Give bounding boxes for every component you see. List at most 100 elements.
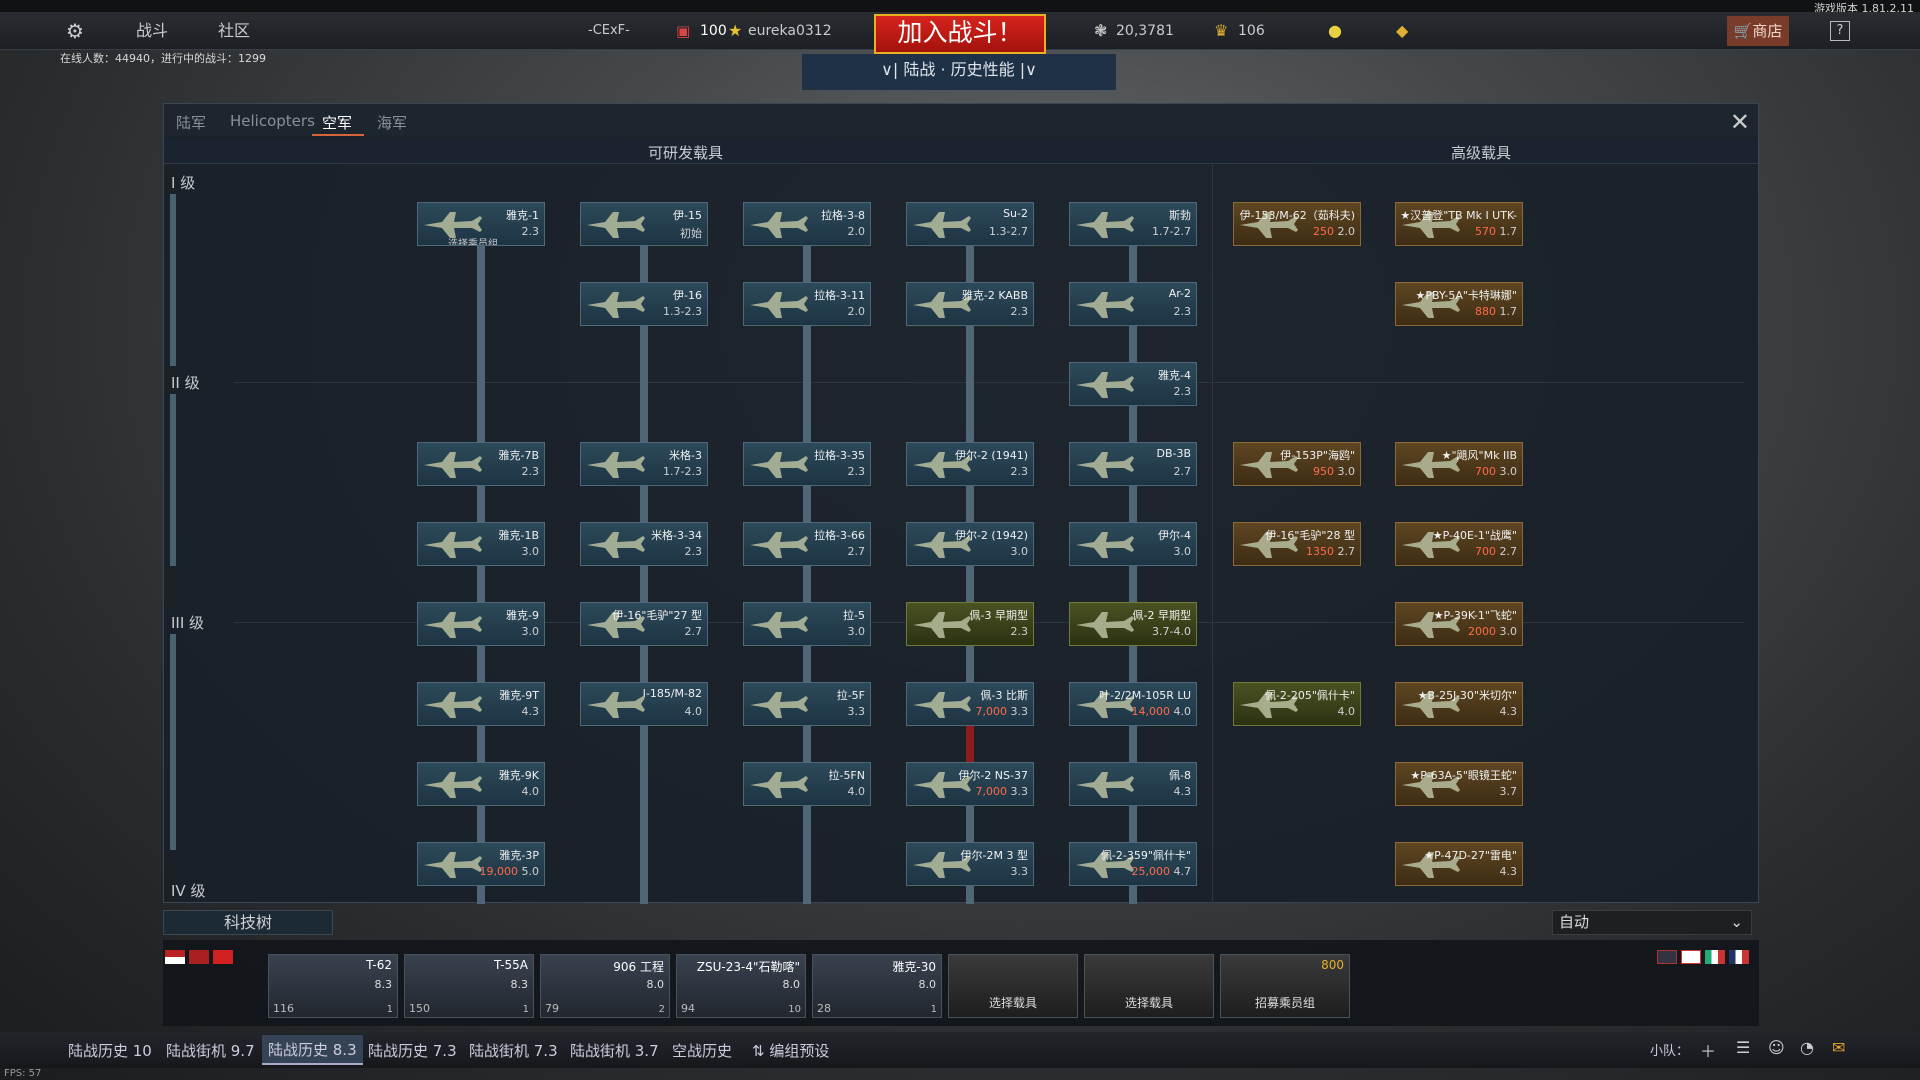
chat-icon[interactable]: ◔ bbox=[1800, 1038, 1814, 1057]
vehicle-card[interactable]: 伊-15 初始 bbox=[580, 202, 708, 246]
vehicle-card[interactable]: I-185/M-82 4.0 bbox=[580, 682, 708, 726]
vehicle-card[interactable]: 雅克-3P 19,000 5.0 bbox=[417, 842, 545, 886]
vehicle-card[interactable]: 佩-8 4.3 bbox=[1069, 762, 1197, 806]
preset-item[interactable]: 陆战历史 10 bbox=[68, 1040, 152, 1061]
auto-select-dropdown[interactable]: 自动 ⌄ bbox=[1552, 910, 1752, 935]
crew-slot[interactable]: T-62 8.3 116 1 bbox=[268, 954, 398, 1018]
vehicle-card[interactable]: 佩-3 早期型 2.3 bbox=[906, 602, 1034, 646]
vehicle-card[interactable]: 拉-5F 3.3 bbox=[743, 682, 871, 726]
game-mode-selector[interactable]: ∨| 陆战 · 历史性能 |∨ bbox=[802, 54, 1116, 90]
vehicle-card[interactable]: 雅克-9K 4.0 bbox=[417, 762, 545, 806]
vehicle-card[interactable]: 拉格-3-66 2.7 bbox=[743, 522, 871, 566]
japan-flag-icon[interactable] bbox=[1681, 950, 1701, 964]
tab-helicopters[interactable]: Helicopters bbox=[230, 112, 315, 130]
vehicle-card[interactable]: 雅克-9 3.0 bbox=[417, 602, 545, 646]
preset-item[interactable]: 陆战街机 7.3 bbox=[469, 1040, 558, 1061]
premium-vehicle-card[interactable]: ★"飓风"Mk IIB 700 3.0 bbox=[1395, 442, 1523, 486]
battle-rating-value: 2.3 bbox=[1010, 465, 1029, 478]
vehicle-card[interactable]: 拉格-3-35 2.3 bbox=[743, 442, 871, 486]
crew-slot[interactable]: T-55A 8.3 150 1 bbox=[404, 954, 534, 1018]
battle-rating: 4.0 bbox=[848, 785, 866, 798]
vehicle-card[interactable]: 拉格-3-11 2.0 bbox=[743, 282, 871, 326]
premium-vehicle-card[interactable]: ★P-40E-1"战鹰" 700 2.7 bbox=[1395, 522, 1523, 566]
italy-flag-icon[interactable] bbox=[1705, 950, 1725, 964]
battle-rating-value: 3.0 bbox=[1499, 465, 1518, 478]
premium-icon[interactable]: ◆ bbox=[1396, 12, 1408, 50]
vehicle-card[interactable]: Su-2 1.3-2.7 bbox=[906, 202, 1034, 246]
add-icon[interactable]: ＋ bbox=[1700, 1038, 1716, 1062]
plane-icon bbox=[1074, 210, 1136, 240]
vehicle-card[interactable]: 拉-5 3.0 bbox=[743, 602, 871, 646]
vehicle-card[interactable]: 伊尔-2 NS-37 7,000 3.3 bbox=[906, 762, 1034, 806]
vehicle-card[interactable]: 佩-2 早期型 3.7-4.0 bbox=[1069, 602, 1197, 646]
premium-vehicle-card[interactable]: 伊-153/M-62（茹科夫) 250 2.0 bbox=[1233, 202, 1361, 246]
join-battle-button[interactable]: 加入战斗！ bbox=[874, 14, 1046, 54]
vehicle-card[interactable]: 米格-3 1.7-2.3 bbox=[580, 442, 708, 486]
vehicle-card[interactable]: 斯勃 1.7-2.7 bbox=[1069, 202, 1197, 246]
vehicle-card[interactable]: 伊尔-4 3.0 bbox=[1069, 522, 1197, 566]
tab-air[interactable]: 空军 bbox=[322, 112, 352, 133]
lightbulb-icon[interactable]: ● bbox=[1328, 12, 1342, 50]
vehicle-name: 伊尔-2 (1942) bbox=[954, 529, 1028, 542]
shop-button[interactable]: 🛒商店 bbox=[1727, 16, 1789, 46]
vehicle-card[interactable]: DB-3B 2.7 bbox=[1069, 442, 1197, 486]
vehicle-card[interactable]: 叶-2/2M-105R LU 14,000 4.0 bbox=[1069, 682, 1197, 726]
vehicle-card[interactable]: 佩-3 比斯 7,000 3.3 bbox=[906, 682, 1034, 726]
premium-vehicle-card[interactable]: 佩-2-205"佩什卡" 4.0 bbox=[1233, 682, 1361, 726]
username[interactable]: eureka0312 bbox=[748, 12, 832, 50]
france-flag-icon[interactable] bbox=[1729, 950, 1749, 964]
vehicle-card[interactable]: 拉格-3-8 2.0 bbox=[743, 202, 871, 246]
preset-item-active[interactable]: 陆战历史 8.3 bbox=[262, 1035, 363, 1065]
premium-vehicle-card[interactable]: 伊-16"毛驴"28 型 1350 2.7 bbox=[1233, 522, 1361, 566]
crew-slot[interactable]: 906 工程 8.0 79 2 bbox=[540, 954, 670, 1018]
preset-item[interactable]: 陆战街机 9.7 bbox=[166, 1040, 255, 1061]
vehicle-card[interactable]: 佩-2-359"佩什卡" 25,000 4.7 bbox=[1069, 842, 1197, 886]
friends-icon[interactable]: ☺ bbox=[1768, 1038, 1785, 1057]
vehicle-card[interactable]: 拉-5FN 4.0 bbox=[743, 762, 871, 806]
tech-tree-toggle[interactable]: 科技树 bbox=[163, 910, 333, 935]
menu-battles[interactable]: 战斗 bbox=[136, 12, 168, 50]
close-icon[interactable]: ✕ bbox=[1730, 108, 1750, 136]
vehicle-card[interactable]: 伊尔-2M 3 型 3.3 bbox=[906, 842, 1034, 886]
premium-vehicle-card[interactable]: ★P-47D-27"雷电" 4.3 bbox=[1395, 842, 1523, 886]
crew-slot[interactable]: ZSU-23-4"石勒喀" 8.0 94 10 bbox=[676, 954, 806, 1018]
ussr-flag-icon[interactable] bbox=[213, 950, 233, 964]
vehicle-card[interactable]: 伊-16 1.3-2.3 bbox=[580, 282, 708, 326]
empty-crew-slot[interactable]: 招募乘员组 800 bbox=[1220, 954, 1350, 1018]
vehicle-card[interactable]: 雅克-9T 4.3 bbox=[417, 682, 545, 726]
empty-crew-slot[interactable]: 选择载具 bbox=[1084, 954, 1214, 1018]
tab-ground[interactable]: 陆军 bbox=[176, 112, 206, 133]
gear-icon[interactable]: ⚙ bbox=[66, 12, 84, 50]
help-button[interactable]: ? bbox=[1830, 21, 1850, 41]
vehicle-card[interactable]: 雅克-7B 2.3 bbox=[417, 442, 545, 486]
uk-flag-icon[interactable] bbox=[1657, 950, 1677, 964]
battle-rating-value: 4.0 bbox=[521, 785, 540, 798]
empty-crew-slot[interactable]: 选择载具 bbox=[948, 954, 1078, 1018]
list-icon[interactable]: ☰ bbox=[1736, 1038, 1750, 1057]
premium-vehicle-card[interactable]: ★PBY-5A"卡特琳娜" 880 1.7 bbox=[1395, 282, 1523, 326]
vehicle-card[interactable]: 伊-16"毛驴"27 型 2.7 bbox=[580, 602, 708, 646]
crew-slot[interactable]: 雅克-30 8.0 28 1 bbox=[812, 954, 942, 1018]
vehicle-card[interactable]: 雅克-1B 3.0 bbox=[417, 522, 545, 566]
germany-flag-icon[interactable] bbox=[189, 950, 209, 964]
premium-vehicle-card[interactable]: ★P-39K-1"飞蛇" 2000 3.0 bbox=[1395, 602, 1523, 646]
premium-vehicle-card[interactable]: ★汉普登"TB Mk I UTK- 570 1.7 bbox=[1395, 202, 1523, 246]
premium-vehicle-card[interactable]: 伊-153P"海鸥" 950 3.0 bbox=[1233, 442, 1361, 486]
preset-item[interactable]: 陆战历史 7.3 bbox=[368, 1040, 457, 1061]
vehicle-card[interactable]: 雅克-4 2.3 bbox=[1069, 362, 1197, 406]
vehicle-card[interactable]: 伊尔-2 (1942) 3.0 bbox=[906, 522, 1034, 566]
premium-vehicle-card[interactable]: ★P-63A-5"眼镜王蛇" 3.7 bbox=[1395, 762, 1523, 806]
preset-manager-button[interactable]: ⇅ 编组预设 bbox=[752, 1040, 829, 1061]
mail-icon[interactable]: ✉ bbox=[1832, 1038, 1845, 1057]
vehicle-card[interactable]: 米格-3-34 2.3 bbox=[580, 522, 708, 566]
preset-item[interactable]: 陆战街机 3.7 bbox=[570, 1040, 659, 1061]
preset-item[interactable]: 空战历史 bbox=[672, 1040, 732, 1061]
vehicle-card[interactable]: 伊尔-2 (1941) 2.3 bbox=[906, 442, 1034, 486]
tab-naval[interactable]: 海军 bbox=[377, 112, 407, 133]
premium-vehicle-card[interactable]: ★B-25J-30"米切尔" 4.3 bbox=[1395, 682, 1523, 726]
vehicle-card[interactable]: 雅克-2 KABB 2.3 bbox=[906, 282, 1034, 326]
vehicle-card[interactable]: 雅克-1 2.3 选择乘员组 bbox=[417, 202, 545, 246]
menu-community[interactable]: 社区 bbox=[218, 12, 250, 50]
usa-flag-icon[interactable] bbox=[165, 950, 185, 964]
vehicle-card[interactable]: Ar-2 2.3 bbox=[1069, 282, 1197, 326]
